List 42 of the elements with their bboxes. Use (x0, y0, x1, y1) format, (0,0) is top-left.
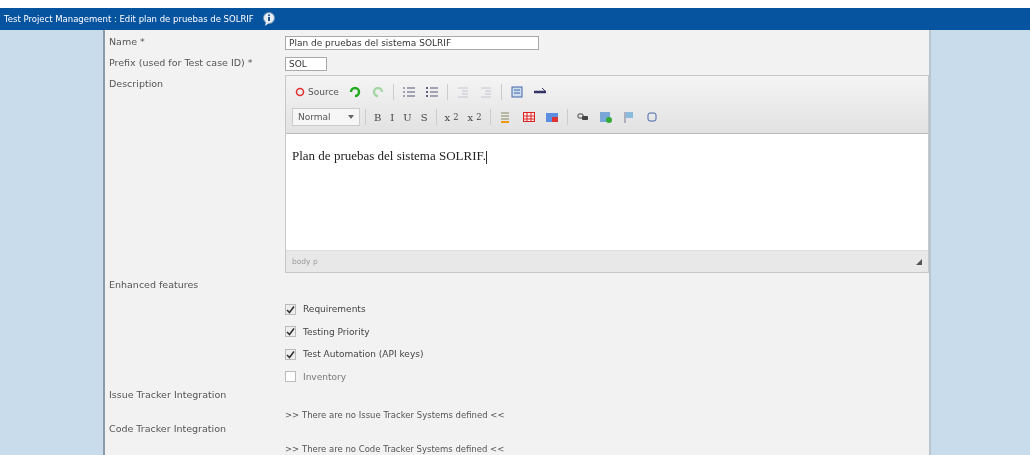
caret-icon (348, 115, 354, 119)
source-icon (295, 87, 305, 97)
checkbox-label: Testing Priority (303, 326, 370, 337)
editor-content[interactable]: Plan de pruebas del sistema SOLRIF. (286, 134, 928, 250)
table-icon (521, 110, 536, 124)
image-icon (544, 110, 559, 124)
bulleted-list-icon (424, 85, 439, 99)
undo-icon (347, 85, 362, 99)
numbered-list-icon (401, 85, 416, 99)
checkbox[interactable] (285, 303, 296, 315)
format-button[interactable]: S (417, 108, 431, 126)
field-label: Prefix (used for Test case ID) * (109, 57, 254, 68)
help-icon[interactable] (261, 11, 276, 27)
field-label: Description (109, 78, 165, 89)
checkbox-label: Requirements (303, 304, 366, 315)
insert-image-icon (598, 110, 613, 124)
resize-grip-icon[interactable] (916, 258, 922, 265)
format-button[interactable]: B (371, 108, 385, 126)
checkbox[interactable] (285, 326, 296, 338)
checkbox-label: Inventory (303, 371, 346, 382)
info-message: >> There are no Code Tracker Systems defined << (285, 444, 506, 454)
prefix-field[interactable]: SOL (285, 57, 327, 71)
name-field[interactable]: Plan de pruebas del sistema SOLRIF (285, 36, 539, 50)
blockquote-icon (509, 85, 524, 99)
flag-icon (621, 110, 636, 124)
section-label: Issue Tracker Integration (109, 389, 228, 400)
page-title: Test Project Management : Edit plan de pruebas de SOLRIF (4, 14, 254, 24)
source-button[interactable]: Source (292, 83, 342, 101)
format-button[interactable]: I (387, 108, 398, 126)
checkbox[interactable] (285, 348, 296, 360)
field-label: Name * (109, 36, 146, 47)
checkbox-label: Test Automation (API keys) (303, 349, 424, 360)
info-message: >> There are no Issue Tracker Systems defined << (285, 410, 506, 420)
format-button[interactable]: U (400, 108, 415, 126)
section-label: Enhanced features (109, 279, 200, 290)
checkbox[interactable] (285, 371, 296, 383)
redo-icon (370, 85, 385, 99)
section-label: Code Tracker Integration (109, 423, 227, 434)
format-dropdown[interactable]: Normal (292, 108, 360, 126)
outdent-icon (455, 85, 470, 99)
indent-icon (478, 85, 493, 99)
description-text: Plan de pruebas del sistema SOLRIF. (292, 148, 486, 163)
